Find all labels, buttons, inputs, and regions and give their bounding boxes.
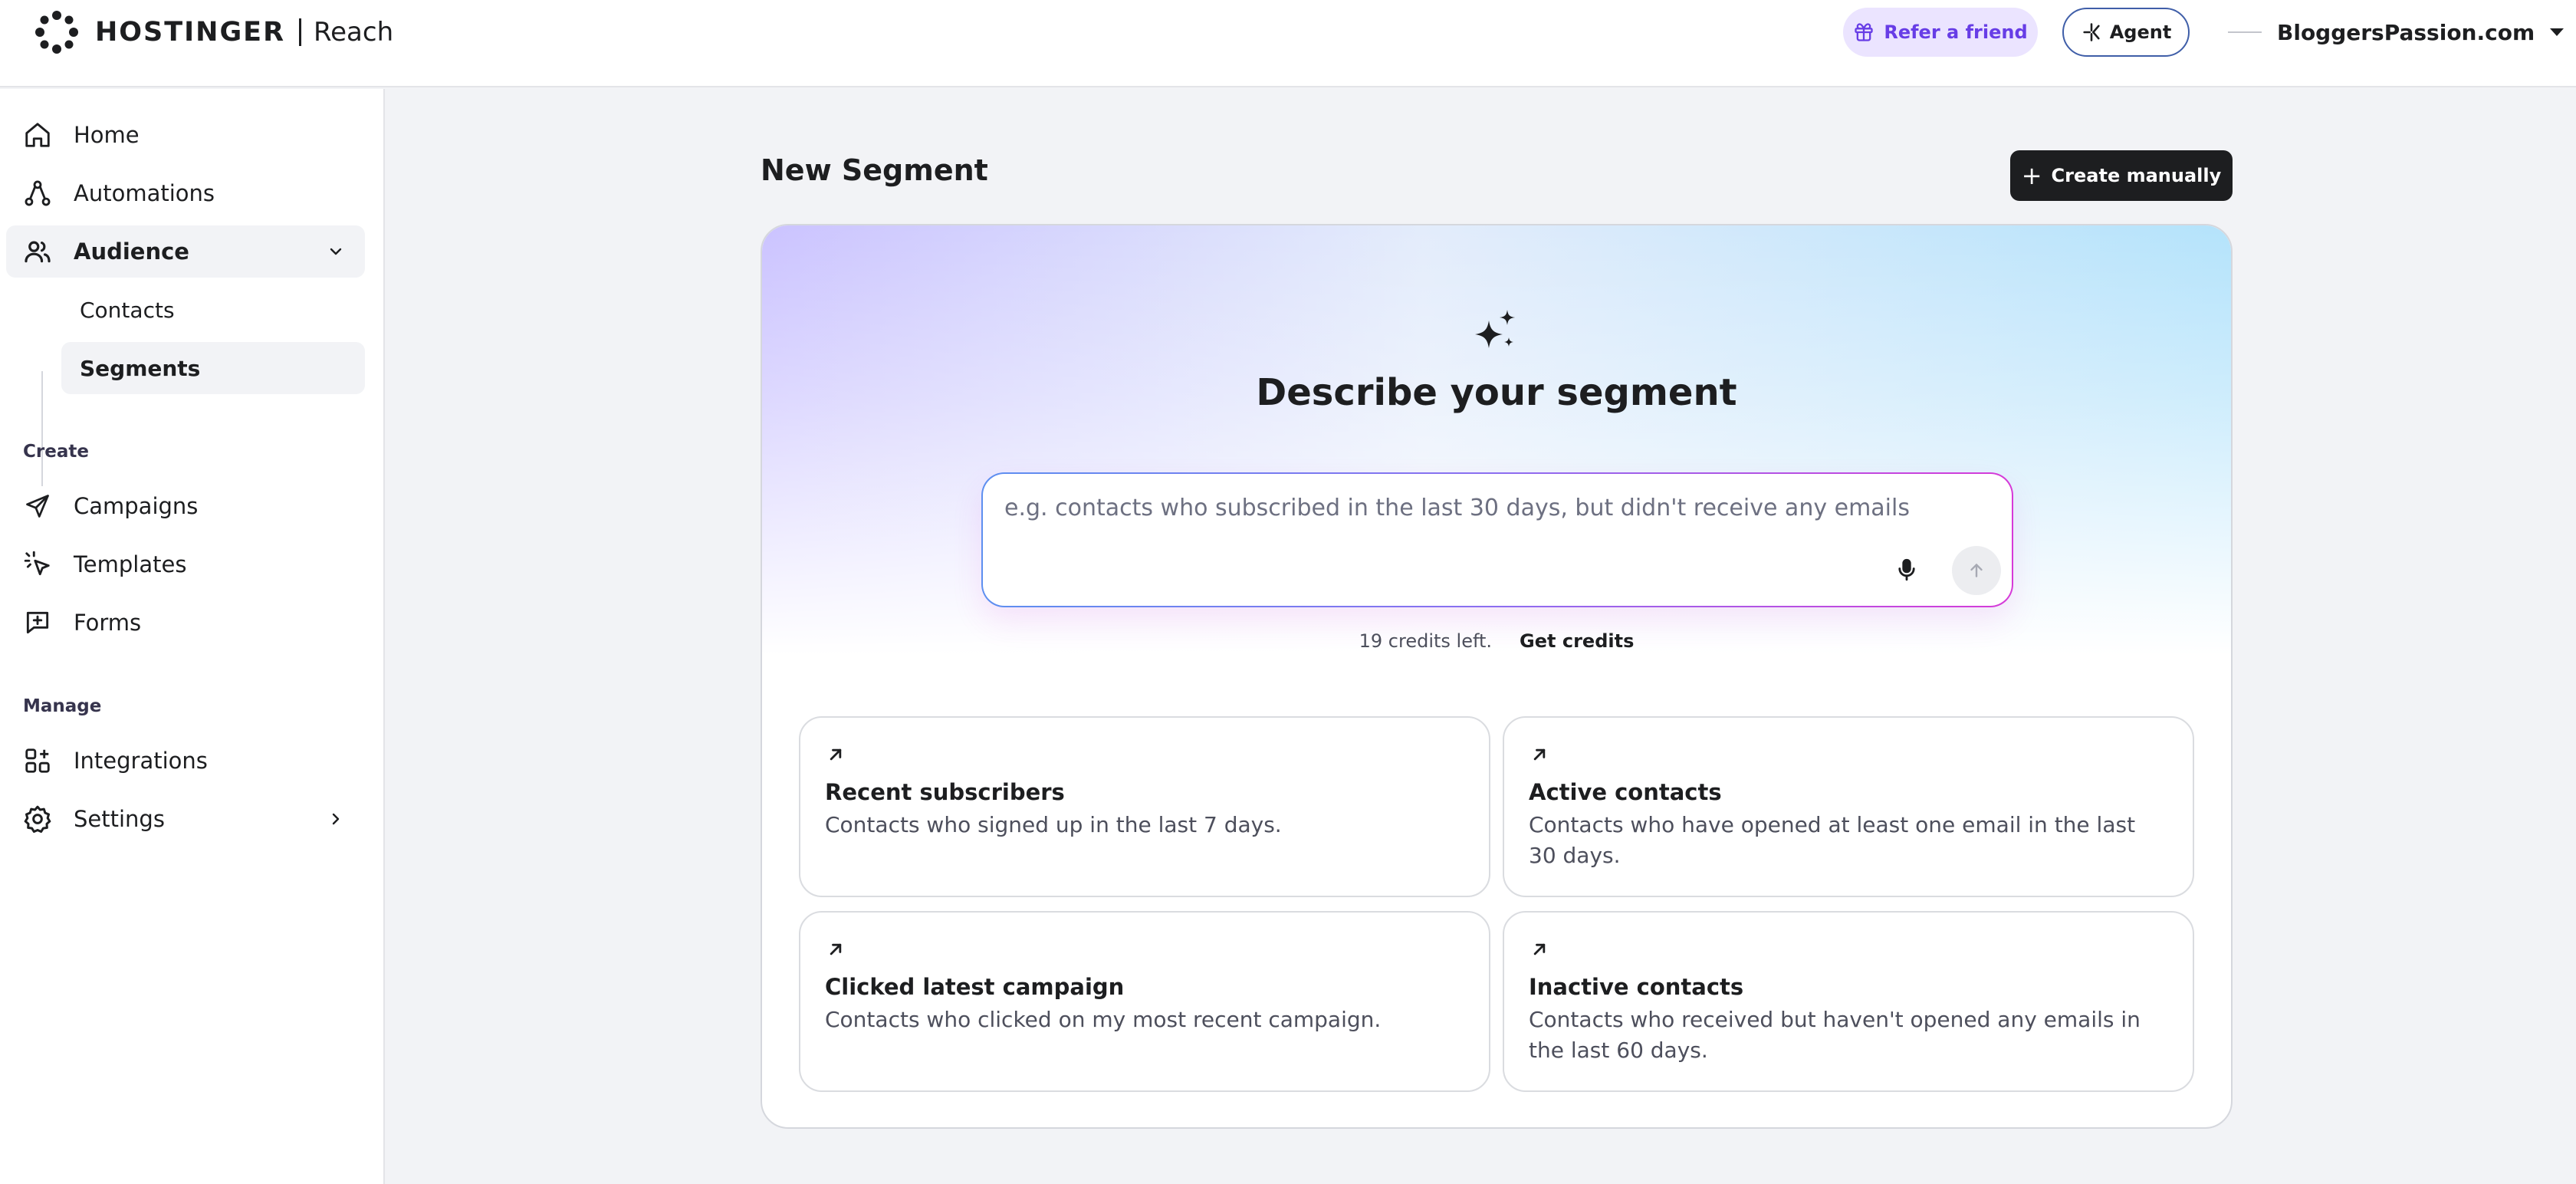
section-label-create: Create [23, 442, 89, 462]
submenu-guide-line [41, 371, 43, 486]
suggestion-title: Recent subscribers [825, 779, 1065, 805]
arrow-up-right-icon [1533, 943, 1546, 955]
product-name: Reach [314, 17, 394, 48]
agent-button[interactable]: Agent [2062, 8, 2190, 57]
suggestion-card-active-contacts[interactable]: Active contacts Contacts who have opened… [1503, 716, 2194, 897]
refer-a-friend-button[interactable]: Refer a friend [1843, 8, 2038, 57]
sidebar-item-forms[interactable]: Forms [6, 597, 365, 649]
sidebar-item-templates[interactable]: Templates [6, 538, 365, 590]
segment-prompt-input[interactable] [1004, 491, 1924, 525]
site-favicon-placeholder [2228, 31, 2262, 33]
credits-row: 19 credits left. Get credits [762, 630, 2231, 652]
sidebar-item-audience[interactable]: Audience [6, 225, 365, 278]
send-icon [21, 490, 54, 522]
describe-segment-title: Describe your segment [1256, 371, 1737, 414]
sidebar-item-label: Automations [74, 180, 215, 206]
brand-name: HOSTINGER [95, 17, 286, 48]
arrow-up-right-icon [1533, 748, 1546, 761]
top-header: HOSTINGER Reach Refer a friend Agent Blo… [0, 0, 2576, 87]
suggestion-card-recent-subscribers[interactable]: Recent subscribers Contacts who signed u… [799, 716, 1490, 897]
sidebar-item-label: Integrations [74, 748, 208, 774]
arrow-up-icon [1970, 564, 1983, 577]
send-prompt-button[interactable] [1952, 546, 2001, 595]
suggestion-card-clicked-latest-campaign[interactable]: Clicked latest campaign Contacts who cli… [799, 911, 1490, 1092]
arrow-up-right-icon [830, 943, 842, 955]
agent-label: Agent [2109, 21, 2172, 43]
suggestion-title: Active contacts [1529, 779, 1722, 805]
gift-icon [1855, 23, 1874, 41]
sidebar-item-label: Forms [74, 610, 142, 636]
logo-divider [299, 18, 302, 46]
suggestion-description: Contacts who signed up in the last 7 day… [825, 812, 1282, 837]
website-name: BloggersPassion.com [2277, 19, 2535, 45]
microphone-button[interactable] [1891, 554, 1923, 586]
sidebar-item-campaigns[interactable]: Campaigns [6, 480, 365, 532]
refer-label: Refer a friend [1884, 21, 2028, 43]
create-manually-button[interactable]: + Create manually [2010, 150, 2233, 201]
chevron-down-icon [330, 248, 342, 255]
sidebar-item-segments[interactable]: Segments [61, 342, 365, 394]
hostinger-logo-icon [35, 11, 78, 54]
suggestion-description: Contacts who received but haven't opened… [1529, 1007, 2141, 1063]
sidebar: Home Automations Audience Contacts Segme… [0, 89, 385, 1184]
sidebar-item-label: Audience [74, 238, 189, 265]
sidebar-item-label: Contacts [80, 297, 175, 323]
arrow-up-right-icon [830, 748, 842, 761]
prompt-box-inner [983, 474, 2012, 606]
section-label-manage: Manage [23, 696, 102, 716]
caret-down-icon [2550, 28, 2564, 36]
website-selector[interactable]: BloggersPassion.com [2228, 8, 2564, 57]
sidebar-item-integrations[interactable]: Integrations [6, 735, 365, 787]
sidebar-item-contacts[interactable]: Contacts [61, 284, 365, 336]
suggestion-description: Contacts who have opened at least one em… [1529, 812, 2136, 868]
templates-cursor-icon [21, 548, 54, 580]
suggestion-title: Clicked latest campaign [825, 974, 1125, 1000]
users-icon [21, 235, 54, 268]
get-credits-link[interactable]: Get credits [1520, 630, 1634, 652]
hostinger-logo[interactable]: HOSTINGER Reach [34, 9, 393, 55]
suggestion-description: Contacts who clicked on my most recent c… [825, 1007, 1382, 1032]
page-title: New Segment [761, 153, 988, 187]
automations-icon [21, 177, 54, 209]
prompt-box [981, 472, 2013, 607]
sidebar-item-label: Settings [74, 806, 165, 832]
sidebar-item-label: Segments [80, 355, 201, 381]
suggestion-card-inactive-contacts[interactable]: Inactive contacts Contacts who received … [1503, 911, 2194, 1092]
sidebar-item-home[interactable]: Home [6, 109, 365, 161]
microphone-icon [1898, 558, 1915, 581]
suggestion-title: Inactive contacts [1529, 974, 1744, 1000]
agent-spark-icon [2083, 23, 2100, 41]
home-icon [21, 119, 54, 151]
integrations-icon [21, 745, 54, 777]
forms-icon [21, 607, 54, 639]
sidebar-item-label: Templates [74, 551, 187, 577]
ai-sparkles-icon [1475, 310, 1515, 348]
sidebar-item-automations[interactable]: Automations [6, 167, 365, 219]
chevron-right-icon [332, 813, 340, 825]
sidebar-item-settings[interactable]: Settings [6, 793, 365, 845]
sidebar-item-label: Campaigns [74, 493, 199, 519]
credits-left-text: 19 credits left. [1359, 630, 1493, 652]
create-manually-label: Create manually [2051, 165, 2222, 186]
segment-builder-panel: Describe your segment 19 credits left. G… [761, 224, 2233, 1129]
plus-icon: + [2021, 161, 2042, 190]
gear-icon [21, 803, 54, 835]
sidebar-item-label: Home [74, 122, 140, 148]
